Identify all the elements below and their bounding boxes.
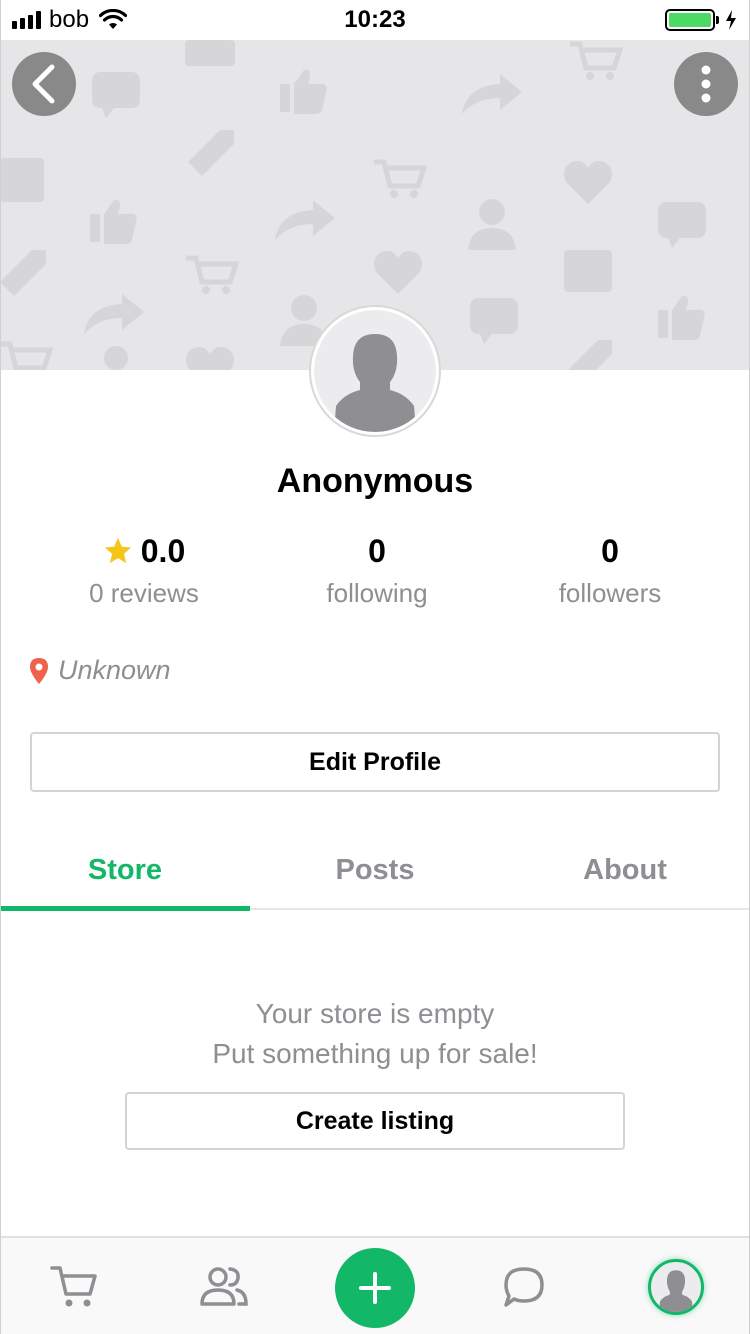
new-listing-button[interactable] bbox=[335, 1248, 415, 1328]
reviews-label: 0 reviews bbox=[89, 578, 199, 608]
more-options-button[interactable] bbox=[674, 52, 738, 116]
nav-shop[interactable] bbox=[24, 1238, 124, 1334]
star-icon bbox=[104, 537, 131, 563]
nav-community[interactable] bbox=[174, 1238, 274, 1334]
battery-icon bbox=[665, 9, 715, 31]
tab-about[interactable]: About bbox=[500, 830, 750, 910]
profile-avatar-small bbox=[648, 1259, 704, 1315]
battery-level bbox=[669, 13, 711, 27]
profile-name: Anonymous bbox=[276, 462, 474, 500]
active-tab-indicator bbox=[0, 906, 250, 911]
followers-stat[interactable]: 0 followers bbox=[485, 530, 735, 609]
tab-posts[interactable]: Posts bbox=[250, 830, 500, 910]
followers-label: followers bbox=[558, 578, 662, 608]
person-silhouette-icon bbox=[334, 334, 416, 432]
edit-profile-button[interactable]: Edit Profile bbox=[30, 732, 720, 792]
following-stat[interactable]: 0 following bbox=[252, 530, 502, 609]
person-silhouette-icon bbox=[659, 1270, 693, 1312]
profile-stats: 0.0 0 reviews 0 following 0 followers bbox=[0, 530, 750, 610]
more-vertical-icon bbox=[701, 65, 711, 103]
avatar-placeholder bbox=[314, 310, 436, 432]
bottom-navigation bbox=[0, 1236, 750, 1334]
charging-icon bbox=[726, 10, 736, 30]
location-pin-icon bbox=[30, 657, 48, 684]
empty-store-subtitle: Put something up for sale! bbox=[212, 1038, 538, 1069]
profile-avatar[interactable] bbox=[311, 307, 439, 435]
status-time: 10:23 bbox=[344, 6, 406, 33]
profile-location: Unknown bbox=[28, 655, 171, 686]
people-icon bbox=[200, 1267, 248, 1306]
following-label: following bbox=[326, 578, 428, 608]
rating-value-row: 0.0 bbox=[19, 530, 269, 572]
location-text: Unknown bbox=[58, 655, 171, 685]
profile-tabs: Store Posts About bbox=[0, 830, 750, 911]
followers-count: 0 bbox=[601, 532, 619, 569]
nav-messages[interactable] bbox=[474, 1238, 574, 1334]
tab-store[interactable]: Store bbox=[0, 830, 250, 910]
create-listing-button[interactable]: Create listing bbox=[125, 1092, 625, 1150]
following-count: 0 bbox=[368, 532, 386, 569]
back-button[interactable] bbox=[12, 52, 76, 116]
nav-profile[interactable] bbox=[626, 1238, 726, 1334]
reviews-stat[interactable]: 0.0 0 reviews bbox=[19, 530, 269, 609]
empty-store-title: Your store is empty bbox=[255, 998, 495, 1029]
cart-icon bbox=[50, 1266, 97, 1307]
status-bar: bob 10:23 bbox=[0, 0, 750, 40]
rating-value: 0.0 bbox=[140, 532, 186, 569]
plus-icon bbox=[359, 1272, 391, 1304]
chat-icon bbox=[504, 1267, 544, 1307]
chevron-left-icon bbox=[32, 64, 55, 104]
battery-indicator bbox=[665, 9, 738, 31]
battery-cap bbox=[716, 16, 719, 24]
